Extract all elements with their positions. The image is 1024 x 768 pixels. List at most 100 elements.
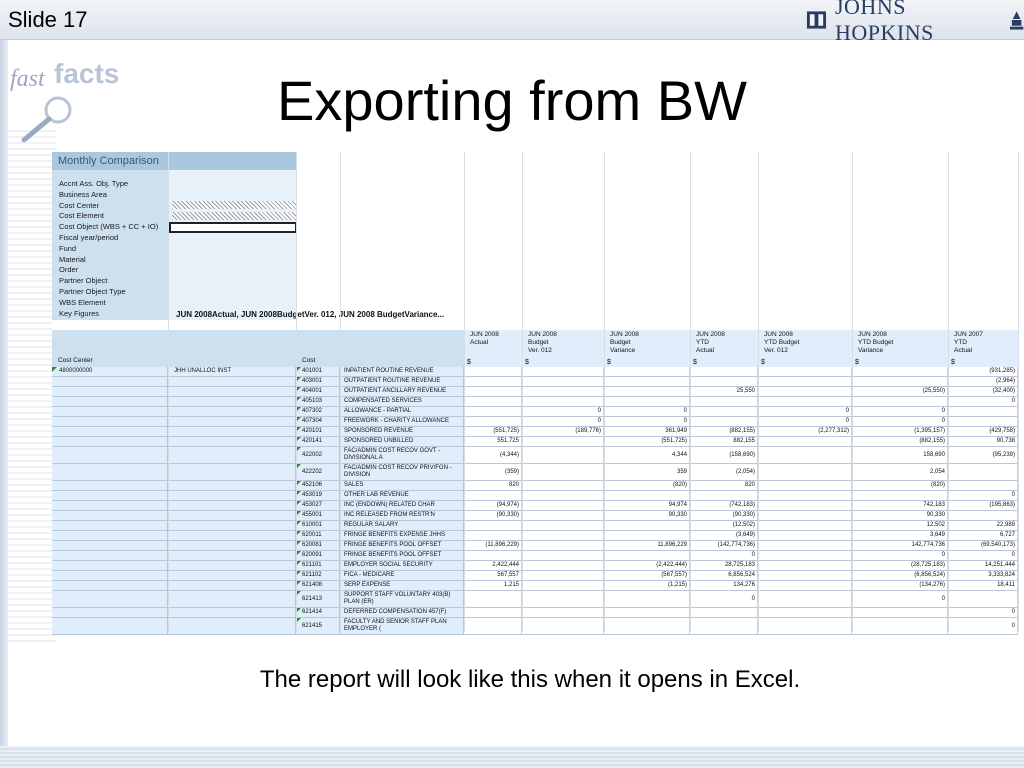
value-text: 0 [941, 418, 945, 424]
account-cell: 621415 [296, 618, 340, 634]
value-text: 361,949 [665, 428, 687, 434]
slide-caption: The report will look like this when it o… [259, 666, 801, 693]
value-cell [852, 367, 948, 376]
value-text: 0 [1011, 398, 1015, 404]
value-cell: 0 [948, 491, 1018, 500]
value-text: 11,896,229 [657, 542, 687, 548]
value-cell: 0 [948, 397, 1018, 406]
currency-symbol: $ [855, 359, 859, 366]
value-text: 820 [508, 482, 519, 488]
cost-center-name-cell [168, 581, 296, 590]
value-cell: 2,422,444 [464, 561, 522, 570]
description-cell: FREEWORK - CHARITY ALLOWANCE [340, 417, 464, 426]
cost-center-name-cell [168, 387, 296, 396]
johns-hopkins-wordmark: JOHNS HOPKINS [834, 0, 934, 45]
account-number: 405103 [302, 398, 323, 404]
account-number: 621414 [302, 609, 323, 615]
account-cell: 610001 [296, 521, 340, 530]
value-text: 882,155 [733, 438, 755, 444]
description-cell: OUTPATIENT ANCILLARY REVENUE [340, 387, 464, 396]
account-number: 610001 [302, 522, 323, 528]
table-row: 453019 OTHER LAB REVENUE 0 [52, 491, 1018, 501]
table-row: 621408 SERP EXPENSE 1,215 (1,215) 134,276 (13… [52, 581, 1018, 591]
account-number: 420141 [302, 438, 323, 444]
filter-label: Key Figures [59, 308, 100, 318]
value-cell [758, 437, 852, 446]
value-text: 6,856,524 [728, 572, 755, 578]
account-cell: 620091 [296, 551, 340, 560]
account-description: FACULTY AND SENIOR STAFF PLAN EMPLOYER ( [344, 619, 447, 632]
value-cell: (2,277,312) [758, 427, 852, 436]
value-cell [852, 491, 948, 500]
value-cell: 94,974 [604, 501, 690, 510]
cost-center-cell [52, 608, 168, 617]
value-text: 359 [676, 469, 687, 475]
table-row: 4800000000 JHH UNALLOC INST 401001 INPATIEN… [52, 367, 1018, 377]
value-text: (25,550) [922, 388, 945, 394]
account-cell: 621101 [296, 561, 340, 570]
account-cell: 621414 [296, 608, 340, 617]
value-cell [604, 551, 690, 560]
value-cell: (90,330) [464, 511, 522, 520]
value-cell: (3,649) [690, 531, 758, 540]
description-cell: FAC/ADMIN COST RECOV GOVT - DIVISIONAL A [340, 447, 464, 463]
value-text: (931,285) [989, 368, 1015, 374]
account-description: SPONSORED UNBILLED [344, 438, 414, 444]
value-cell [604, 387, 690, 396]
value-cell [522, 397, 604, 406]
value-cell: 12,502 [852, 521, 948, 530]
filter-label: Cost Object (WBS + CC + IO) [59, 222, 159, 232]
value-cell [948, 464, 1018, 480]
value-cell: (2,964) [948, 377, 1018, 386]
cost-center-name-cell [168, 501, 296, 510]
value-cell: (90,330) [690, 511, 758, 520]
cost-center-cell [52, 521, 168, 530]
value-cell [522, 501, 604, 510]
description-cell: FAC/ADMIN COST RECOV PRIV/FGN - DIVISION [340, 464, 464, 480]
account-description: INC RELEASED FROM RESTR'N [344, 512, 435, 518]
table-row: 620091 FRINGE BENEFITS POOL OFFSET 0 0 0 [52, 551, 1018, 561]
column-header-left [52, 330, 464, 367]
value-cell: (195,863) [948, 501, 1018, 510]
value-cell: 142,774,736 [852, 541, 948, 550]
value-cell: 551,725 [464, 437, 522, 446]
column-header: JUN 2008 YTD Budget Variance [858, 331, 894, 354]
description-cell: REGULAR SALARY [340, 521, 464, 530]
cost-center-cell [52, 447, 168, 463]
value-cell: (25,550) [852, 387, 948, 396]
value-cell: 6,727 [948, 531, 1018, 540]
cost-object-selected-cell[interactable] [169, 222, 297, 233]
cost-center-name-cell [168, 437, 296, 446]
value-cell: (931,285) [948, 367, 1018, 376]
value-text: 18,411 [997, 582, 1015, 588]
cost-center-column-label: Cost Center [58, 357, 93, 364]
value-text: 3,333,824 [988, 572, 1015, 578]
value-cell: (2,422,444) [604, 561, 690, 570]
value-text: (12,502) [732, 522, 755, 528]
cost-center-name-cell [168, 397, 296, 406]
value-cell [852, 377, 948, 386]
johns-hopkins-logo: JOHNS HOPKINS [806, 0, 1024, 45]
account-cell: 453019 [296, 491, 340, 500]
value-cell [522, 521, 604, 530]
table-row: 621413 SUPPORT STAFF VOLUNTARY 403(B) PLA… [52, 591, 1018, 608]
value-cell [758, 541, 852, 550]
cost-center-hatch [172, 201, 296, 209]
slide-header-bar: Slide 17 JOHNS HOPKINS [0, 0, 1024, 45]
cost-center-cell [52, 531, 168, 540]
value-cell: 0 [604, 417, 690, 426]
grid-line [690, 152, 691, 632]
value-text: (1,215) [667, 582, 687, 588]
description-cell: FACULTY AND SENIOR STAFF PLAN EMPLOYER ( [340, 618, 464, 634]
cost-center-cell [52, 581, 168, 590]
account-description: FREEWORK - CHARITY ALLOWANCE [344, 418, 450, 424]
value-text: (1,395,157) [914, 428, 945, 434]
cost-column-label: Cost [302, 357, 316, 364]
value-cell [758, 531, 852, 540]
value-text: (158,690) [729, 452, 755, 458]
cost-element-hatch [172, 212, 296, 220]
value-text: (551,725) [661, 438, 687, 444]
value-cell: 25,550 [690, 387, 758, 396]
account-description: REGULAR SALARY [344, 522, 399, 528]
cost-center-name-cell [168, 511, 296, 520]
